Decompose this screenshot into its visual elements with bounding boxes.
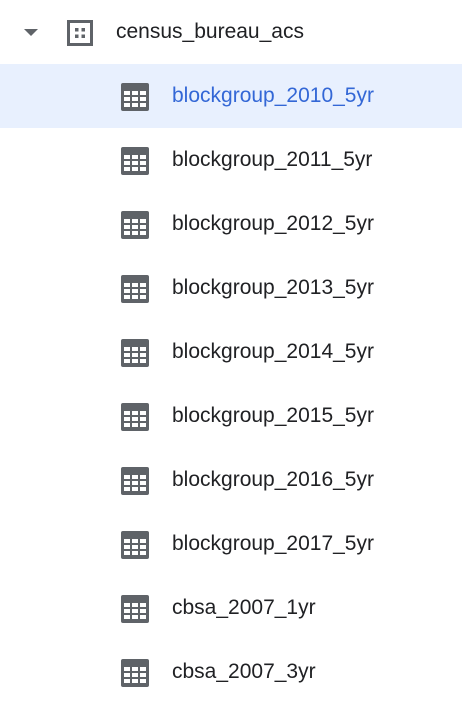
table-icon <box>121 211 149 239</box>
table-icon <box>121 659 149 687</box>
table-icon <box>121 531 149 559</box>
table-row-blockgroup-2013-5yr[interactable]: blockgroup_2013_5yr <box>0 256 462 320</box>
table-row-blockgroup-2017-5yr[interactable]: blockgroup_2017_5yr <box>0 512 462 576</box>
table-row-cbsa-2007-3yr[interactable]: cbsa_2007_3yr <box>0 640 462 704</box>
table-label: cbsa_2007_1yr <box>172 596 316 619</box>
table-label: blockgroup_2011_5yr <box>172 148 373 171</box>
table-label: blockgroup_2016_5yr <box>172 468 374 491</box>
table-icon <box>121 275 149 303</box>
table-icon <box>121 339 149 367</box>
table-label: blockgroup_2014_5yr <box>172 340 374 363</box>
collapse-caret-icon[interactable] <box>24 29 38 36</box>
resource-tree: census_bureau_acs blockgroup_2010_5yr bl… <box>0 0 462 687</box>
table-row-blockgroup-2016-5yr[interactable]: blockgroup_2016_5yr <box>0 448 462 512</box>
table-label: blockgroup_2010_5yr <box>172 84 374 107</box>
dataset-row-census-bureau-acs[interactable]: census_bureau_acs <box>0 0 462 64</box>
table-label: blockgroup_2012_5yr <box>172 212 374 235</box>
table-row-blockgroup-2012-5yr[interactable]: blockgroup_2012_5yr <box>0 192 462 256</box>
table-label: blockgroup_2017_5yr <box>172 532 374 555</box>
table-row-blockgroup-2014-5yr[interactable]: blockgroup_2014_5yr <box>0 320 462 384</box>
table-icon <box>121 83 149 111</box>
table-row-cbsa-2007-1yr[interactable]: cbsa_2007_1yr <box>0 576 462 640</box>
table-row-blockgroup-2010-5yr[interactable]: blockgroup_2010_5yr <box>0 64 462 128</box>
table-icon <box>121 403 149 431</box>
table-row-blockgroup-2015-5yr[interactable]: blockgroup_2015_5yr <box>0 384 462 448</box>
table-icon <box>121 467 149 495</box>
table-icon <box>121 595 149 623</box>
table-row-blockgroup-2011-5yr[interactable]: blockgroup_2011_5yr <box>0 128 462 192</box>
table-label: blockgroup_2015_5yr <box>172 404 374 427</box>
dataset-icon <box>67 20 93 46</box>
dataset-label: census_bureau_acs <box>116 20 304 43</box>
table-icon <box>121 147 149 175</box>
table-label: blockgroup_2013_5yr <box>172 276 374 299</box>
